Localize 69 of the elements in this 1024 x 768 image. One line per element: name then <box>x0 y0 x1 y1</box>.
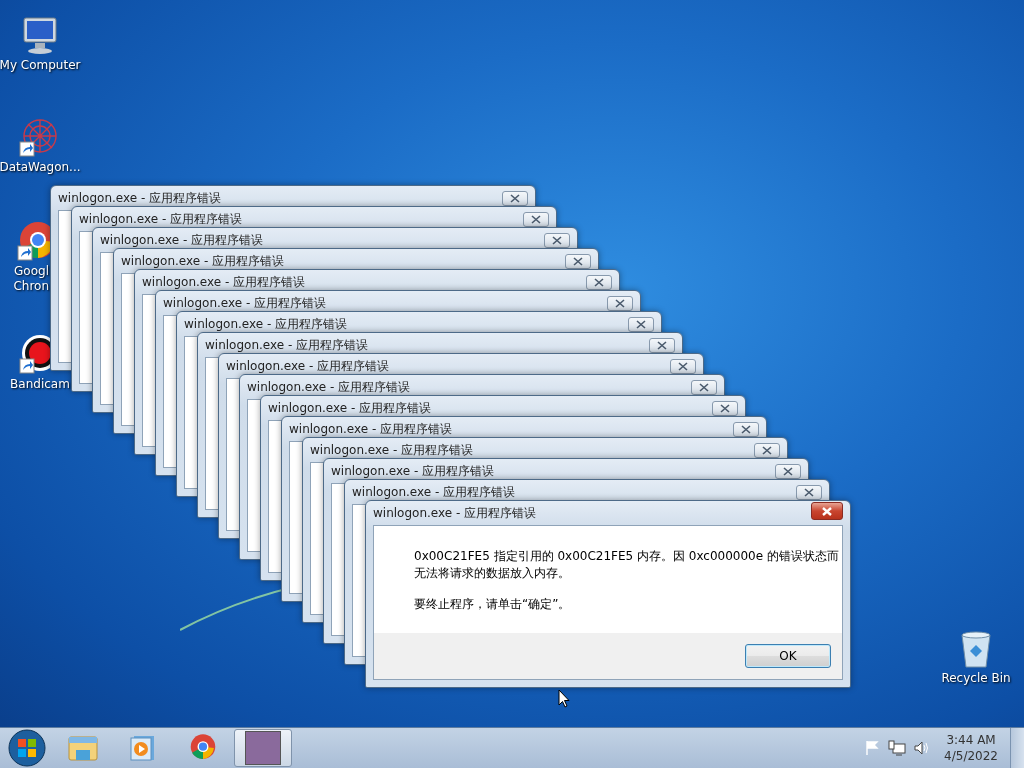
close-button[interactable] <box>796 484 822 500</box>
close-icon <box>594 277 604 287</box>
close-icon <box>720 403 730 413</box>
close-icon <box>573 256 583 266</box>
icon-label: Bandicam <box>10 377 70 392</box>
cursor-icon <box>558 689 570 708</box>
clock-time: 3:44 AM <box>946 732 996 748</box>
close-icon <box>531 214 541 224</box>
error-message: 无法将请求的数据放入内存。 <box>414 565 571 582</box>
close-icon <box>822 506 832 516</box>
close-button[interactable] <box>712 400 738 416</box>
close-icon <box>657 340 667 350</box>
taskbar-button[interactable] <box>234 729 292 767</box>
speaker-icon[interactable] <box>914 740 931 756</box>
media-player-icon <box>130 734 156 762</box>
close-button[interactable] <box>607 295 633 311</box>
window-title: winlogon.exe - 应用程序错误 <box>373 504 537 522</box>
close-button[interactable] <box>775 463 801 479</box>
window-title: winlogon.exe - 应用程序错误 <box>100 231 264 249</box>
close-icon <box>741 424 751 434</box>
close-button[interactable] <box>649 337 675 353</box>
window-title: winlogon.exe - 应用程序错误 <box>205 336 369 354</box>
window-title: winlogon.exe - 应用程序错误 <box>226 357 390 375</box>
prompt-text: 要终止程序，请单击“确定”。 <box>414 596 572 613</box>
close-icon <box>804 487 814 497</box>
close-icon <box>552 235 562 245</box>
network-icon[interactable] <box>888 740 907 756</box>
windows-logo-icon <box>8 729 46 767</box>
close-icon <box>762 445 772 455</box>
folder-icon <box>68 734 98 762</box>
clock-date: 4/5/2022 <box>944 748 998 764</box>
close-button[interactable] <box>670 358 696 374</box>
close-button[interactable] <box>523 211 549 227</box>
window-title: winlogon.exe - 应用程序错误 <box>58 189 222 207</box>
window-title: winlogon.exe - 应用程序错误 <box>289 420 453 438</box>
close-icon <box>678 361 688 371</box>
close-button[interactable] <box>565 253 591 269</box>
window-title: winlogon.exe - 应用程序错误 <box>331 462 495 480</box>
close-button[interactable] <box>586 274 612 290</box>
close-button[interactable] <box>691 379 717 395</box>
window-title: winlogon.exe - 应用程序错误 <box>268 399 432 417</box>
window-title: winlogon.exe - 应用程序错误 <box>79 210 243 228</box>
close-icon <box>615 298 625 308</box>
window-title: winlogon.exe - 应用程序错误 <box>142 273 306 291</box>
window-title: winlogon.exe - 应用程序错误 <box>247 378 411 396</box>
window-title: winlogon.exe - 应用程序错误 <box>184 315 348 333</box>
error-message: 0x00C21FE5 指定引用的 0x00C21FE5 内存。因 0xc000000e 的错误状态而 <box>414 548 839 565</box>
close-button[interactable] <box>544 232 570 248</box>
icon-label: Recycle Bin <box>941 671 1011 686</box>
window-title: winlogon.exe - 应用程序错误 <box>163 294 327 312</box>
icon-label: My Computer <box>0 58 81 73</box>
window-title: winlogon.exe - 应用程序错误 <box>121 252 285 270</box>
close-button[interactable] <box>502 190 528 206</box>
window-title: winlogon.exe - 应用程序错误 <box>352 483 516 501</box>
icon-label: Googl <box>14 264 49 279</box>
close-icon <box>636 319 646 329</box>
app-thumbnail <box>245 731 281 765</box>
close-icon <box>783 466 793 476</box>
close-button[interactable] <box>628 316 654 332</box>
window-title: winlogon.exe - 应用程序错误 <box>310 441 474 459</box>
icon-label: Chron <box>13 279 49 294</box>
clock[interactable]: 3:44 AM 4/5/2022 <box>944 732 998 764</box>
close-button[interactable] <box>733 421 759 437</box>
icon-label: DataWagon... <box>0 160 81 175</box>
close-button[interactable] <box>754 442 780 458</box>
ok-button[interactable]: OK <box>745 644 831 668</box>
close-button[interactable] <box>811 502 843 520</box>
close-icon <box>699 382 709 392</box>
close-icon <box>510 193 520 203</box>
